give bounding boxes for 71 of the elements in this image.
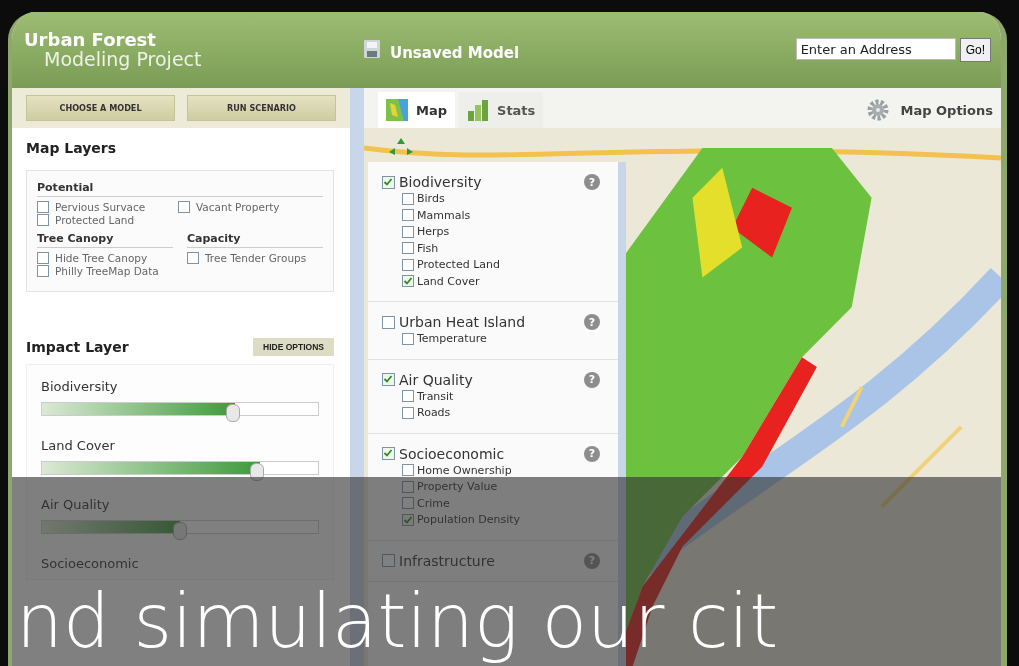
checkbox-label[interactable]: Hide Tree Canopy (55, 252, 148, 264)
checkbox-label[interactable]: Air Quality (399, 371, 473, 388)
checkbox[interactable] (178, 201, 190, 213)
checkbox-label[interactable]: Home Ownership (417, 463, 512, 477)
checkbox-label[interactable]: Mammals (417, 208, 471, 222)
checkbox[interactable] (402, 242, 414, 255)
section-heading: Impact Layer (26, 339, 129, 355)
checkbox-label[interactable]: Land Cover (417, 274, 480, 288)
checkbox[interactable] (382, 373, 395, 386)
checkbox-label[interactable]: Socioeconomic (399, 445, 505, 462)
slider-label: Air Quality (41, 497, 111, 512)
map-options-link[interactable]: Map Options (900, 102, 993, 118)
checkbox-label[interactable]: Transit (417, 389, 454, 403)
checkbox[interactable] (402, 192, 414, 205)
toolbar-button[interactable]: RUN SCENARIO (187, 95, 336, 121)
logo-title: Urban Forest (24, 31, 157, 49)
slider-track[interactable] (41, 402, 319, 424)
slider-label: Socioeconomic (41, 556, 140, 571)
model-title: Unsaved Model (390, 44, 520, 62)
hide-options-button[interactable]: HIDE OPTIONS (253, 338, 334, 356)
checkbox-label[interactable]: Urban Heat Island (399, 314, 526, 330)
checkbox[interactable] (37, 252, 49, 264)
checkbox[interactable] (37, 265, 49, 277)
checkbox[interactable] (402, 513, 414, 526)
checkbox-label[interactable]: Protected Land (417, 258, 500, 272)
checkbox-label[interactable]: Fish (417, 241, 439, 255)
checkbox[interactable] (402, 406, 414, 419)
toolbar-button[interactable]: CHOOSE A MODEL (26, 95, 175, 121)
checkbox[interactable] (382, 447, 395, 460)
map-icon (386, 99, 408, 121)
checkbox-label[interactable]: Birds (417, 192, 445, 206)
checkbox[interactable] (382, 175, 395, 189)
checkbox-label[interactable]: Tree Tender Groups (205, 252, 307, 264)
logo-subtitle: Modeling Project (43, 50, 203, 69)
checkbox-label[interactable]: Pervious Survace (55, 201, 146, 213)
checkbox[interactable] (382, 315, 395, 329)
checkbox[interactable] (402, 209, 414, 222)
settings-icon[interactable] (866, 99, 889, 121)
tab[interactable]: Stats (459, 92, 544, 128)
checkbox-label[interactable]: Philly TreeMap Data (55, 265, 159, 277)
checkbox-label[interactable]: Temperature (417, 332, 487, 346)
slider-label: Biodiversity (41, 379, 119, 394)
checkbox[interactable] (402, 497, 414, 510)
bar-chart-icon (467, 99, 489, 121)
checkbox[interactable] (402, 275, 414, 288)
checkbox-label[interactable]: Biodiversity (399, 174, 482, 190)
checkbox[interactable] (402, 464, 414, 477)
go-button[interactable]: Go! (959, 38, 991, 62)
checkbox[interactable] (187, 252, 199, 264)
checkbox[interactable] (402, 258, 414, 271)
checkbox[interactable] (382, 554, 395, 567)
checkbox[interactable] (402, 225, 414, 238)
checkbox-label[interactable]: Vacant Property (196, 201, 280, 213)
group-heading: Tree Canopy (37, 232, 173, 248)
slider-label: Land Cover (41, 438, 116, 453)
address-field[interactable]: Enter an Address (795, 38, 956, 60)
checkbox[interactable] (402, 480, 414, 493)
checkbox[interactable] (37, 201, 49, 213)
checkbox[interactable] (402, 332, 414, 345)
checkbox[interactable] (402, 390, 414, 403)
checkbox-label[interactable]: Herps (417, 225, 450, 239)
slider-track[interactable] (41, 520, 319, 542)
checkbox[interactable] (37, 214, 49, 226)
checkbox-label[interactable]: Roads (417, 406, 451, 420)
group-heading: Capacity (187, 232, 323, 248)
group-heading: Potential (37, 181, 323, 197)
checkbox-label[interactable]: Protected Land (55, 214, 135, 226)
section-heading: Map Layers (26, 140, 118, 156)
slider-thumb[interactable] (173, 522, 187, 540)
tab[interactable]: Map (378, 92, 455, 128)
slider-track[interactable] (41, 461, 319, 483)
